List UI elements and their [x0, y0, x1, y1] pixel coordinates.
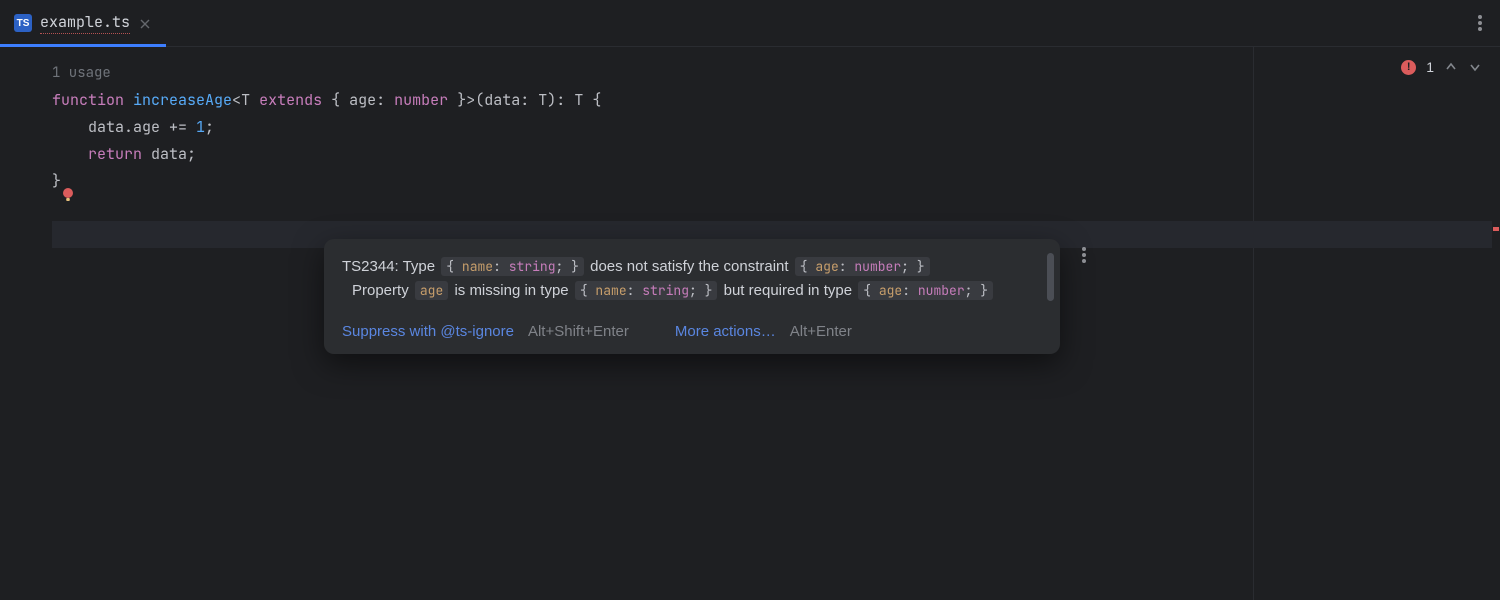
editor[interactable]: ! 1 1 usage function increaseAge<T exten… [0, 47, 1500, 600]
popup-actions: Suppress with @ts-ignore Alt+Shift+Enter… [342, 323, 1042, 340]
error-message: TS2344: Type { name: string; } does not … [342, 255, 1042, 303]
code-area[interactable]: 1 usage function increaseAge<T extends {… [0, 47, 1500, 249]
suppress-link[interactable]: Suppress with @ts-ignore [342, 323, 514, 340]
close-icon[interactable] [138, 16, 152, 30]
more-actions-shortcut: Alt+Enter [790, 323, 852, 340]
popup-kebab-icon[interactable] [1082, 247, 1086, 263]
minimap-separator [1253, 47, 1254, 600]
tab-bar-kebab-icon[interactable] [1460, 0, 1500, 46]
suppress-shortcut: Alt+Shift+Enter [528, 323, 629, 340]
error-count: 1 [1426, 59, 1434, 75]
code-chip: age [415, 281, 448, 300]
gutter [0, 47, 52, 600]
tab-example-ts[interactable]: TS example.ts [0, 0, 166, 46]
error-tooltip: TS2344: Type { name: string; } does not … [324, 239, 1060, 354]
code-chip: { name: string; } [441, 257, 584, 276]
prev-problem-icon[interactable] [1444, 60, 1458, 74]
more-actions-link[interactable]: More actions… [675, 323, 776, 340]
error-stripe[interactable] [1492, 47, 1500, 600]
tab-label: example.ts [40, 12, 130, 34]
typescript-file-icon: TS [14, 14, 32, 32]
code-chip: { name: string; } [575, 281, 718, 300]
problems-indicator[interactable]: ! 1 [1401, 59, 1482, 75]
next-problem-icon[interactable] [1468, 60, 1482, 74]
error-marker[interactable] [1493, 227, 1499, 231]
inlay-usage-hint: 1 usage [52, 64, 111, 82]
intention-bulb-icon[interactable] [60, 187, 76, 203]
error-icon: ! [1401, 60, 1416, 75]
tab-bar: TS example.ts [0, 0, 1500, 47]
popup-scrollbar[interactable] [1047, 253, 1054, 301]
code-chip: { age: number; } [795, 257, 930, 276]
code-chip: { age: number; } [858, 281, 993, 300]
